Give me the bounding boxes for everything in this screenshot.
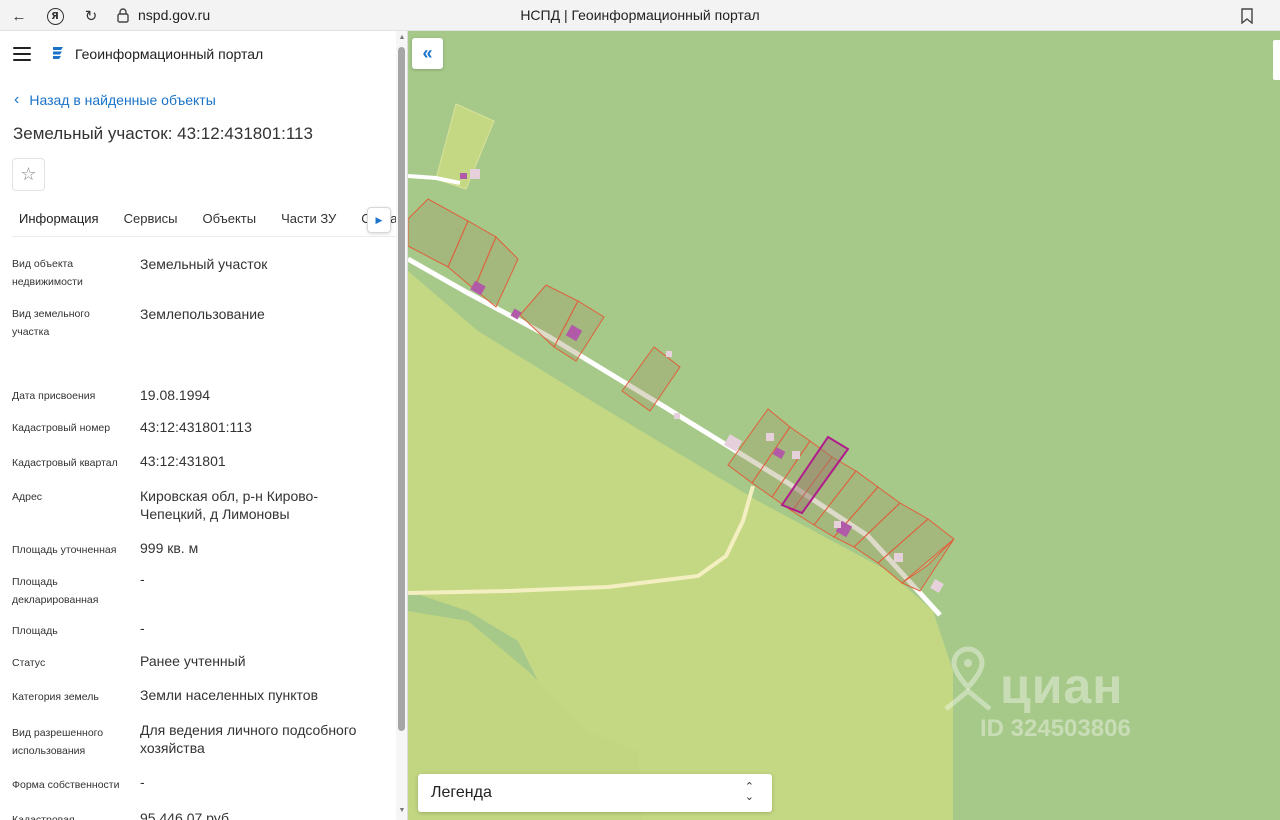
- property-value: 43:12:431801:113: [140, 419, 252, 435]
- property-key: Кадастровый номер: [12, 422, 111, 434]
- scroll-up-icon[interactable]: ▲: [398, 34, 406, 42]
- property-value: -: [140, 620, 145, 636]
- bookmark-icon[interactable]: [1240, 8, 1254, 24]
- property-value: Землепользование: [140, 306, 265, 322]
- property-key: Площадь декларированная: [12, 576, 99, 606]
- property-key: Площадь: [12, 625, 58, 637]
- property-key: Форма собственности: [12, 779, 120, 791]
- portal-logo-icon: [53, 47, 63, 59]
- reload-icon[interactable]: ↻: [80, 5, 102, 27]
- tab-parts[interactable]: Части ЗУ: [274, 203, 343, 236]
- property-key: Вид разрешенного использования: [12, 727, 104, 757]
- property-key: Вид земельного участка: [12, 308, 90, 338]
- page-title: Земельный участок: 43:12:431801:113: [13, 124, 313, 143]
- yandex-icon[interactable]: Я: [44, 5, 66, 27]
- scroll-down-icon[interactable]: ▼: [398, 807, 406, 815]
- property-value: -: [140, 571, 145, 587]
- property-key: Статус: [12, 657, 46, 669]
- tab-information[interactable]: Информация: [12, 203, 106, 236]
- property-key: Категория земель: [12, 691, 99, 703]
- portal-name: Геоинформационный портал: [75, 46, 264, 62]
- back-arrow-icon[interactable]: ←: [8, 5, 30, 27]
- tab-objects[interactable]: Объекты: [195, 203, 263, 236]
- chevron-left-icon: ‹: [14, 91, 20, 108]
- property-value: 43:12:431801: [140, 453, 226, 469]
- info-tabs: ИнформацияСервисыОбъектыЧасти ЗУСоста: [12, 203, 396, 237]
- browser-toolbar: ← Я ↻ nspd.gov.ru НСПД | Геоинформационн…: [0, 0, 1280, 31]
- property-value: -: [140, 774, 145, 790]
- property-key: Площадь уточненная: [12, 544, 117, 556]
- panel-scrollbar[interactable]: ▲ ▼: [396, 31, 407, 820]
- property-value: Для ведения личного подсобного хозяйства: [140, 722, 357, 756]
- lock-icon: [117, 8, 129, 23]
- object-info-panel: Геоинформационный портал ‹ Назад в найде…: [0, 31, 408, 820]
- map-canvas[interactable]: циан ID 324503806: [408, 31, 1280, 820]
- property-key: Вид объекта недвижимости: [12, 258, 83, 288]
- watermark-id: ID 324503806: [980, 715, 1131, 742]
- property-value: Кировская обл, р-н Кирово-Чепецкий, д Ли…: [140, 488, 318, 522]
- map-edge-control[interactable]: [1273, 40, 1280, 80]
- scroll-thumb[interactable]: [398, 47, 405, 731]
- legend-dropdown[interactable]: Легенда ⌃ ⌄: [418, 774, 772, 812]
- collapse-panel-button[interactable]: «: [412, 38, 443, 69]
- property-value: 19.08.1994: [140, 387, 211, 403]
- tabs-scroll-right-button[interactable]: ▶: [367, 207, 391, 233]
- address-bar-url[interactable]: nspd.gov.ru: [138, 7, 210, 23]
- property-value: 999 кв. м: [140, 540, 199, 556]
- favorite-button[interactable]: ☆: [12, 158, 45, 191]
- back-to-results-link[interactable]: ‹ Назад в найденные объекты: [14, 91, 216, 109]
- double-chevron-left-icon: «: [422, 43, 433, 63]
- menu-icon[interactable]: [13, 47, 31, 61]
- tab-services[interactable]: Сервисы: [117, 203, 185, 236]
- property-value: Земельный участок: [140, 256, 268, 272]
- property-value: 95 446,07 руб.: [140, 810, 233, 820]
- panel-header: Геоинформационный портал: [0, 31, 396, 77]
- back-link-label: Назад в найденные объекты: [29, 92, 216, 108]
- property-key: Кадастровый квартал: [12, 457, 118, 469]
- expand-collapse-icon: ⌃ ⌄: [744, 781, 754, 803]
- property-key: Дата присвоения: [12, 390, 96, 402]
- watermark-brand: циан: [1000, 658, 1124, 714]
- property-key: Кадастровая стоимость: [12, 814, 75, 820]
- property-key: Адрес: [12, 491, 43, 503]
- legend-label: Легенда: [431, 784, 492, 801]
- watermark: циан ID 324503806: [940, 645, 1180, 755]
- property-value: Ранее учтенный: [140, 653, 246, 669]
- star-icon: ☆: [20, 164, 37, 184]
- property-value: Земли населенных пунктов: [140, 687, 319, 703]
- location-pin-icon: [944, 646, 992, 711]
